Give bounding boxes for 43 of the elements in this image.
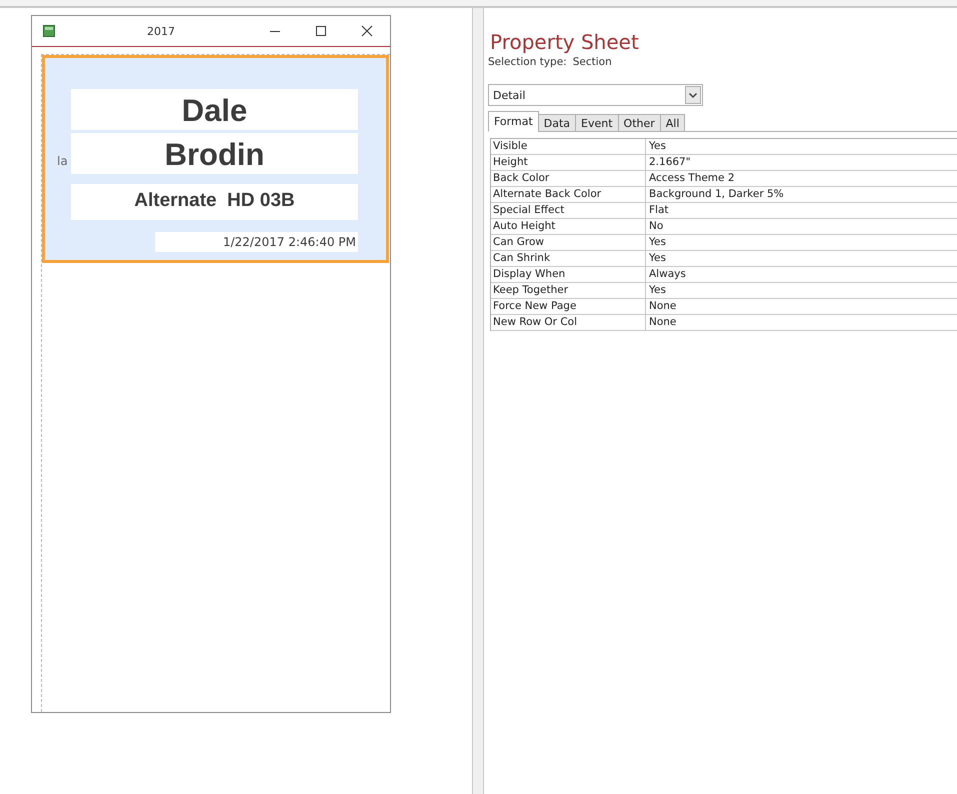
property-name: Can Shrink — [491, 251, 646, 266]
property-name: Display When — [491, 267, 646, 282]
property-name: Special Effect — [491, 203, 646, 218]
text-box[interactable]: Brodin — [71, 133, 358, 174]
text-box[interactable]: Dale — [71, 89, 358, 130]
property-value[interactable]: Yes — [646, 235, 957, 250]
window-title: 2017 — [147, 24, 176, 38]
detail-section[interactable]: la Dale Brodin Alternate HD 03B 1/22/2017 2:46:40 PM — [42, 55, 389, 263]
tab[interactable]: Other — [618, 114, 661, 132]
property-value[interactable]: None — [646, 299, 957, 314]
property-value[interactable]: Yes — [646, 283, 957, 298]
close-icon[interactable] — [361, 25, 373, 37]
text-box[interactable]: Alternate HD 03B — [71, 184, 358, 220]
book-icon — [43, 25, 55, 37]
panel-title: Property Sheet — [490, 29, 640, 56]
property-value[interactable]: 2.1667" — [646, 155, 957, 170]
tab[interactable]: Event — [575, 114, 619, 132]
property-value[interactable]: Flat — [646, 203, 957, 218]
selection-type-value: Section — [572, 56, 612, 68]
property-value[interactable]: Access Theme 2 — [646, 171, 957, 186]
property-value[interactable]: No — [646, 219, 957, 234]
property-name: Alternate Back Color — [491, 187, 646, 202]
property-name: Back Color — [491, 171, 646, 186]
property-name: Keep Together — [491, 283, 646, 298]
object-dropdown[interactable]: Detail — [488, 84, 703, 106]
property-value[interactable]: Yes — [646, 251, 957, 266]
property-name: Visible — [491, 139, 646, 154]
property-value[interactable]: Background 1, Darker 5% — [646, 187, 957, 202]
tab[interactable]: All — [660, 114, 686, 132]
property-value[interactable]: Always — [646, 267, 957, 282]
text-box[interactable]: 1/22/2017 2:46:40 PM — [155, 232, 358, 252]
property-name: Can Grow — [491, 235, 646, 250]
property-name: Auto Height — [491, 219, 646, 234]
tab[interactable]: Data — [538, 114, 576, 132]
tab[interactable]: Format — [488, 111, 539, 132]
property-name: New Row Or Col — [491, 315, 646, 330]
property-name: Force New Page — [491, 299, 646, 314]
maximize-icon[interactable] — [315, 25, 327, 37]
property-value[interactable]: None — [646, 315, 957, 330]
property-value[interactable]: Yes — [646, 139, 957, 154]
property-name: Height — [491, 155, 646, 170]
label-text: la — [57, 154, 68, 168]
selection-type-label: Selection type: — [488, 56, 567, 68]
